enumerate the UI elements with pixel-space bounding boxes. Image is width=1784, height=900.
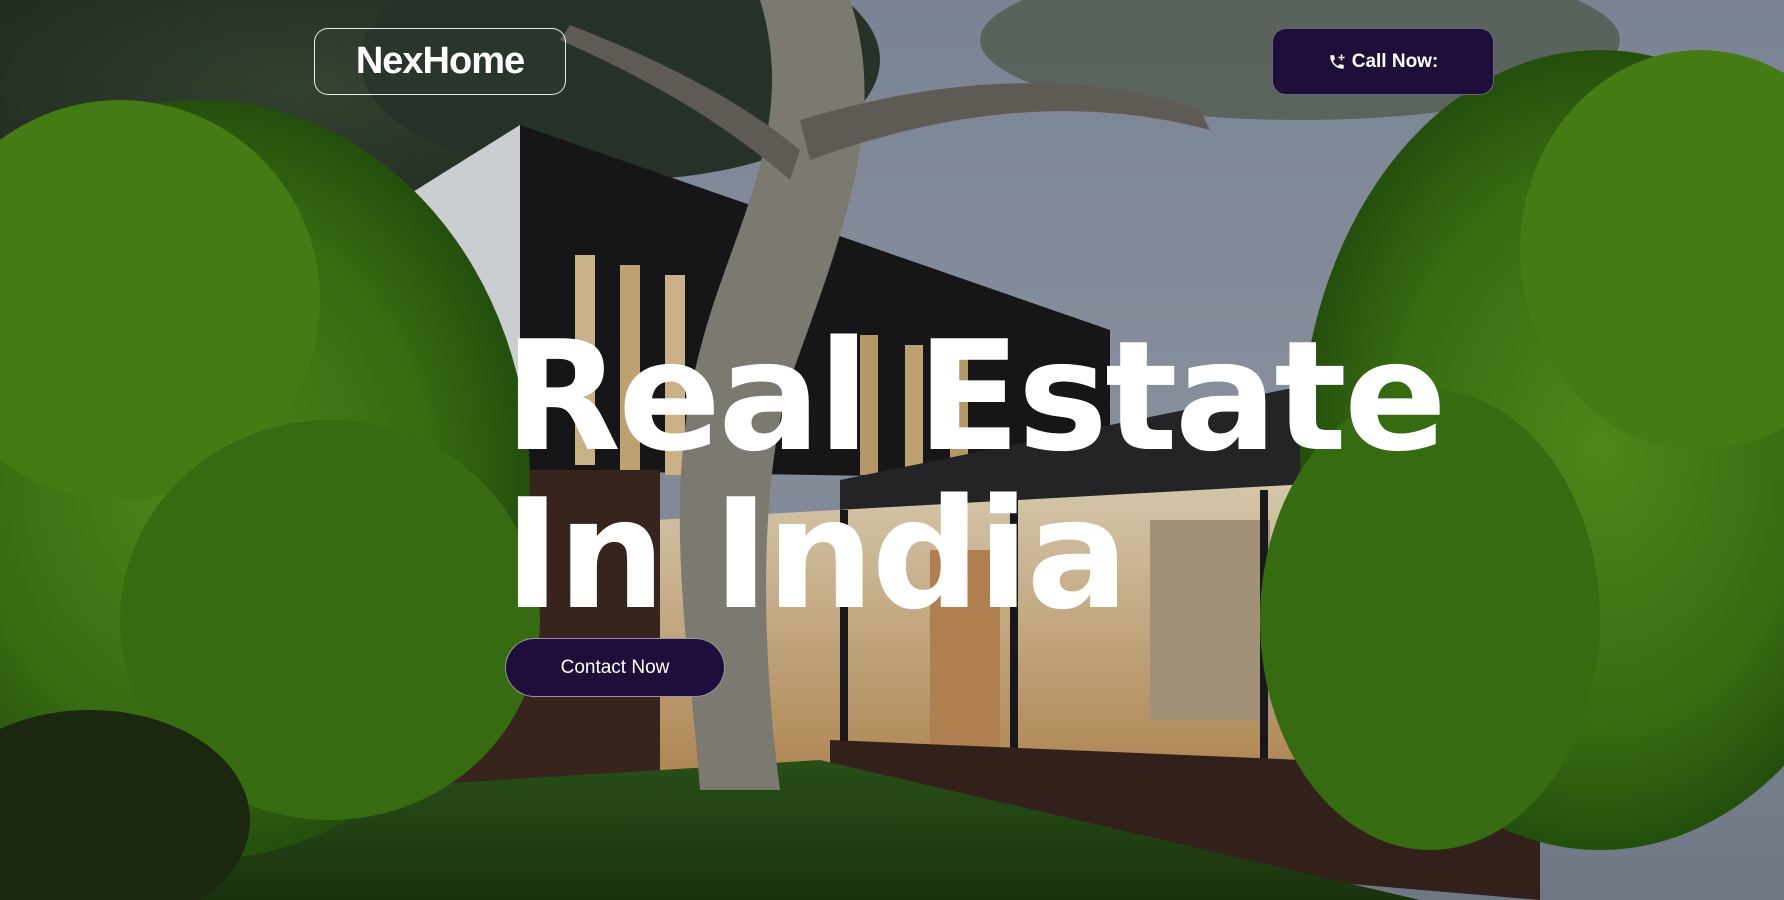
- brand-logo-link[interactable]: NexHome: [314, 28, 566, 95]
- call-now-button[interactable]: Call Now:: [1272, 28, 1494, 95]
- hero-title-line-1: Real Estate: [504, 308, 1447, 485]
- hero-title: Real Estate In India: [504, 308, 1447, 643]
- hero-section: NexHome Call Now: Real Estate In India C…: [0, 0, 1784, 900]
- contact-now-button[interactable]: Contact Now: [505, 638, 725, 697]
- hero-title-line-2: In India: [504, 466, 1129, 643]
- phone-add-icon: [1328, 53, 1346, 71]
- call-now-label: Call Now:: [1351, 50, 1439, 72]
